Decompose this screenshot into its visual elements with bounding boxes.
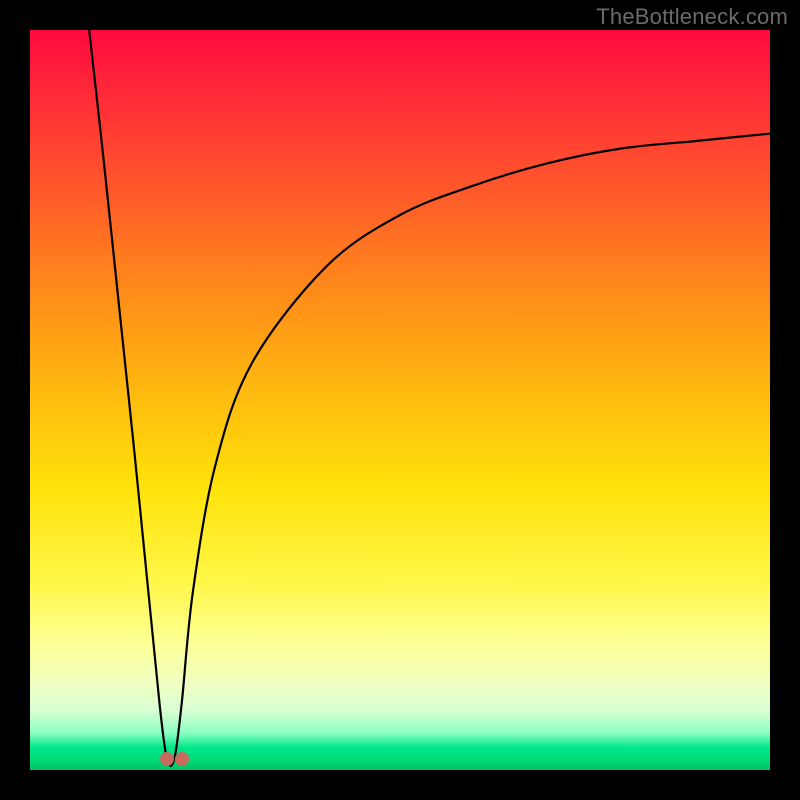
trough-marker-left bbox=[160, 752, 174, 766]
chart-frame: TheBottleneck.com bbox=[0, 0, 800, 800]
plot-area bbox=[30, 30, 770, 770]
trough-marker-right bbox=[175, 752, 189, 766]
bottleneck-curve bbox=[30, 30, 770, 770]
watermark-text: TheBottleneck.com bbox=[596, 4, 788, 30]
